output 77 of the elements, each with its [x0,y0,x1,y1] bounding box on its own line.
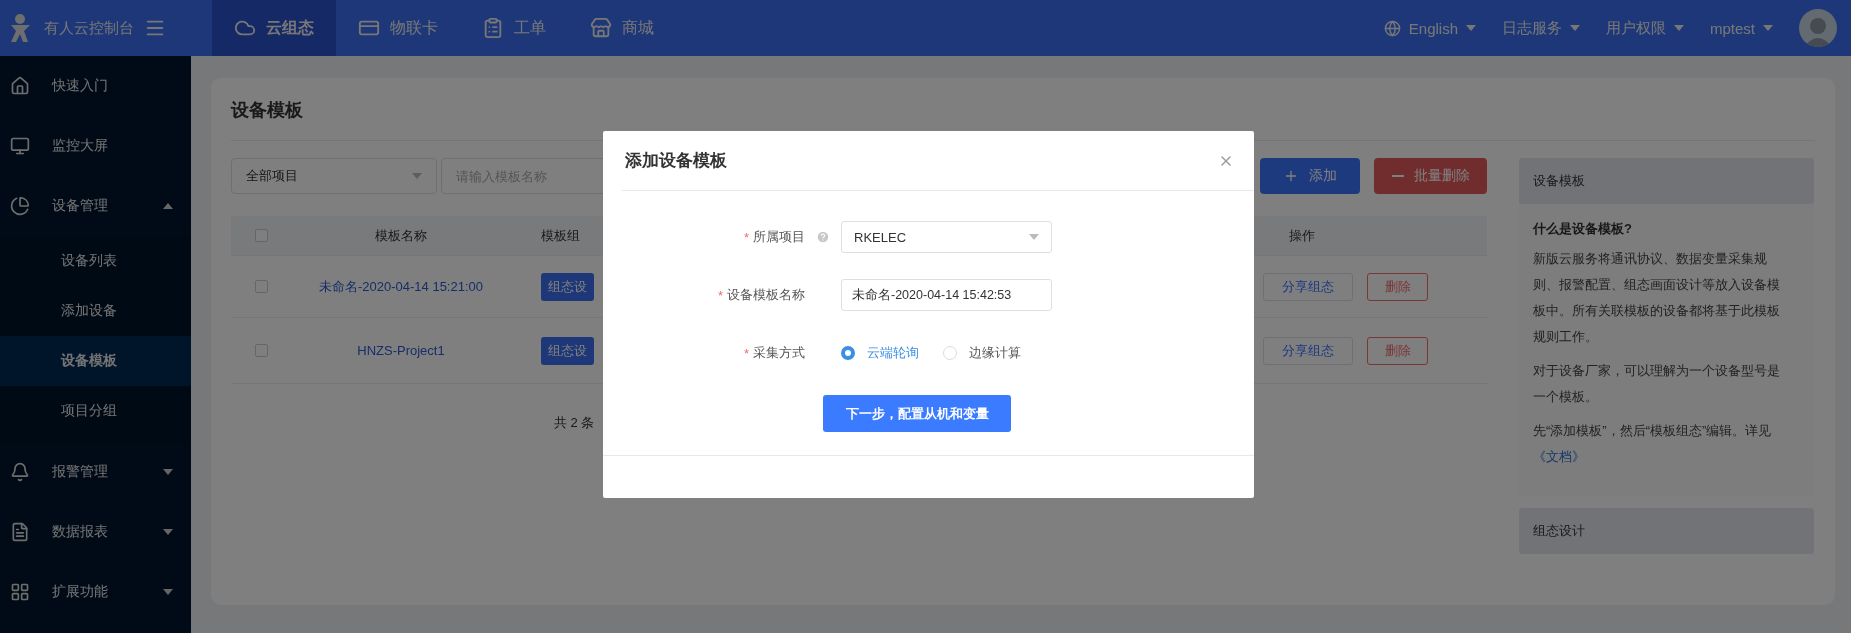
template-link[interactable]: 未命名-2020-04-14 15:21:00 [318,277,483,296]
field-label: 采集方式 [753,344,805,362]
document-icon [10,522,30,542]
nav-tab[interactable]: 物联卡 [336,0,460,56]
brand-title: 有人云控制台 [44,18,134,38]
config-button[interactable]: 组态设 [541,336,594,365]
caret-icon [163,203,173,209]
radio-option[interactable]: 边缘计算 [943,344,1021,362]
required-mark: * [743,229,749,245]
project-select[interactable]: RKELEC [841,221,1052,253]
checkbox[interactable] [254,344,268,357]
grid-icon [10,582,30,602]
top-menu[interactable]: 日志服务 [1502,18,1580,38]
sidebar-item[interactable]: 快速入门 [0,56,191,116]
share-button[interactable]: 分享组态 [1263,272,1353,301]
bell-icon [10,462,30,482]
delete-button[interactable]: 删除 [1367,272,1428,301]
total-count: 共 2 条 [554,414,595,432]
help-panel-header: 设备模板 [1519,158,1814,204]
store-icon [590,17,612,39]
template-name-field[interactable]: 未命名-2020-04-14 15:42:53 [841,279,1052,311]
globe-icon [1383,19,1401,37]
sidebar-subitem[interactable]: 项目分组 [0,386,191,436]
sidebar-subitem[interactable]: 添加设备 [0,286,191,336]
pie-chart-icon [10,196,30,216]
top-menu[interactable]: mptest [1710,19,1773,37]
field-label: 设备模板名称 [727,286,805,304]
project-filter[interactable]: 全部项目 [231,158,437,194]
template-link[interactable]: HNZS-Project1 [357,343,445,358]
checkbox[interactable] [254,280,268,293]
plus-icon [1283,168,1299,184]
checkbox[interactable] [254,229,268,242]
caret-icon [163,589,173,595]
caret-icon [1763,25,1773,31]
help-section-header[interactable]: 组态设计 [1519,508,1814,554]
sidebar-subitem[interactable]: 设备模板 [0,336,191,386]
avatar[interactable] [1799,9,1837,47]
caret-icon [163,469,173,475]
sidebar-item[interactable]: 数据报表 [0,502,191,562]
caret-icon [1029,234,1039,240]
caret-icon [412,173,422,179]
sidebar-item[interactable]: 报警管理 [0,442,191,502]
nav-tab[interactable]: 商城 [568,0,676,56]
required-mark: * [743,345,749,361]
help-question: 什么是设备模板? [1533,220,1633,238]
column-header: 模板名称 [375,226,427,245]
nav-tab[interactable]: 云组态 [212,0,336,56]
language-menu[interactable]: English [1383,19,1476,37]
monitor-icon [10,136,30,156]
sidebar-item[interactable]: 设备管理 [0,176,191,236]
field-label: 所属项目 [753,228,805,246]
required-mark: * [717,287,723,303]
sidebar-item[interactable]: 监控大屏 [0,116,191,176]
delete-button[interactable]: 删除 [1367,336,1428,365]
column-header: 操作 [1289,226,1315,245]
top-menu[interactable]: 用户权限 [1606,18,1684,38]
caret-icon [1570,25,1580,31]
sidebar-item[interactable]: 扩展功能 [0,562,191,622]
share-button[interactable]: 分享组态 [1263,336,1353,365]
caret-icon [163,529,173,535]
add-button[interactable]: 添加 [1260,158,1360,194]
nav-tab[interactable]: 工单 [460,0,568,56]
config-button[interactable]: 组态设 [541,272,594,301]
help-paragraph: 新版云服务将通讯协议、数据变量采集规则、报警配置、组态画面设计等放入设备模板中。所有关联模板的设备都将基于此模板规则工作。 [1533,250,1781,346]
caret-icon [1674,25,1684,31]
document-icon [482,17,504,39]
home-icon [10,76,30,96]
caret-icon [1466,25,1476,31]
help-paragraph: 先“添加模板”，然后“模板组态”编辑。详见 《文档》 [1533,422,1773,466]
minus-icon [1391,175,1404,177]
help-icon[interactable] [816,230,830,244]
sidebar-subitem[interactable]: 设备列表 [0,236,191,286]
next-step-button[interactable]: 下一步，配置从机和变量 [823,395,1011,432]
doc-link[interactable]: 《文档》 [1533,449,1585,464]
radio-option[interactable]: 云端轮询 [841,344,919,362]
column-header: 模板组 [541,226,580,245]
batch-delete-button[interactable]: 批量删除 [1374,158,1487,194]
